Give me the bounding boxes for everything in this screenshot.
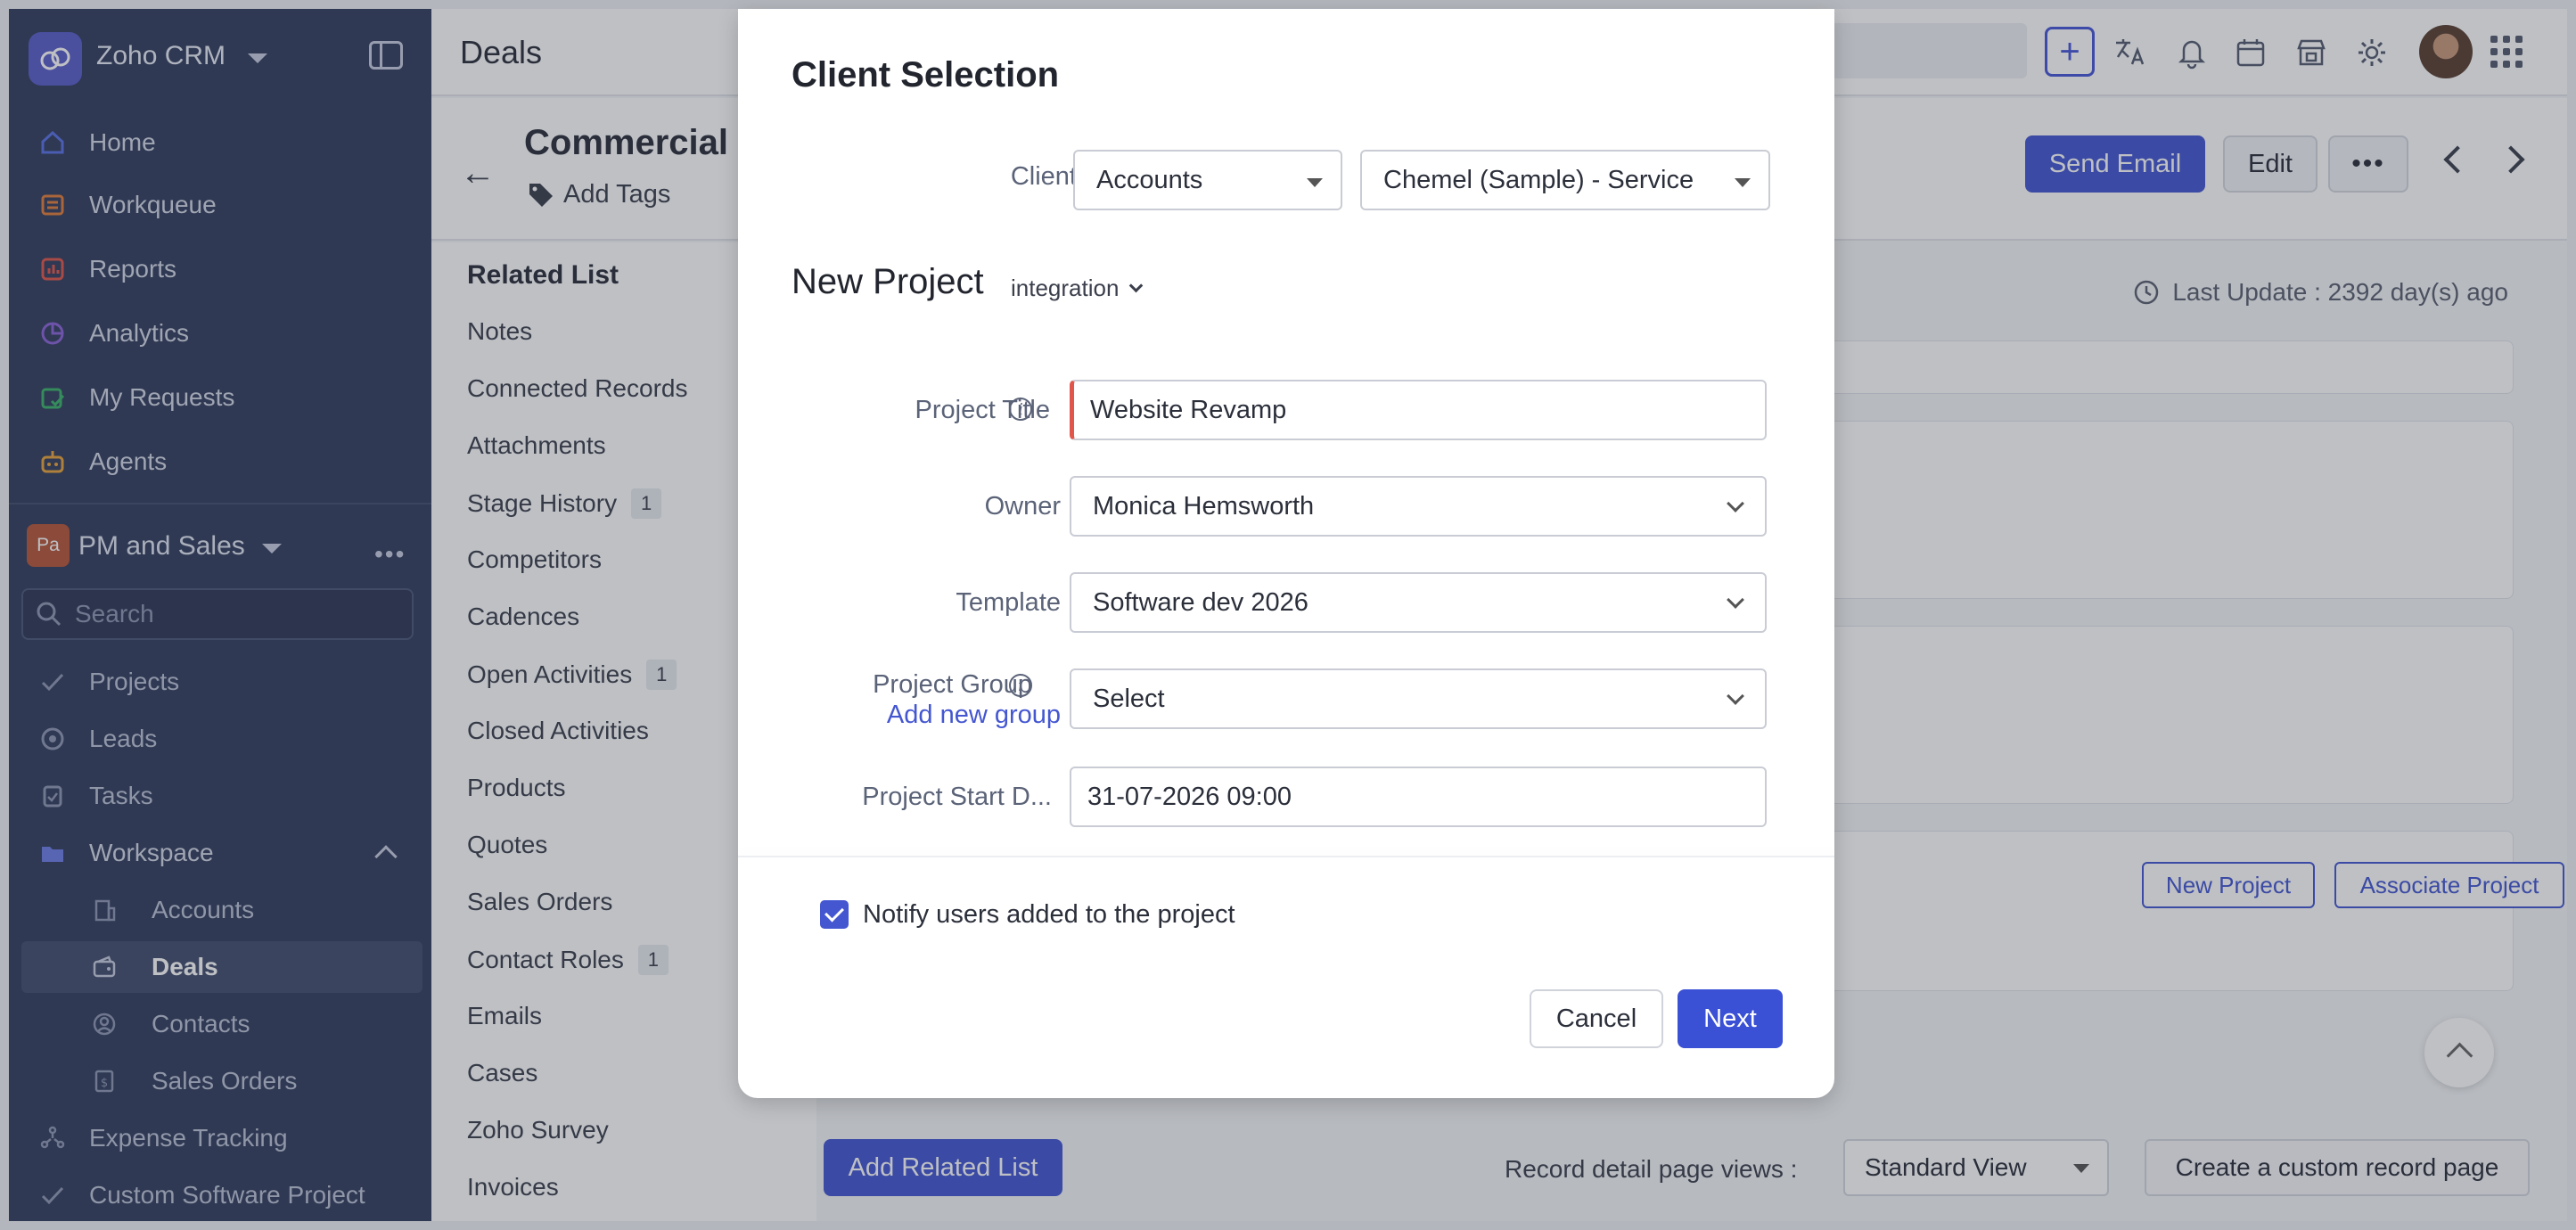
client-type-value: Accounts — [1096, 165, 1203, 194]
project-group-label: Project Group — [873, 670, 1032, 699]
client-label: Client — [1010, 162, 1077, 191]
info-icon[interactable]: i — [1009, 398, 1032, 421]
chevron-down-icon — [1727, 495, 1744, 512]
owner-select[interactable]: Monica Hemsworth — [1070, 476, 1767, 537]
owner-label: Owner — [984, 492, 1061, 521]
project-start-date-input[interactable] — [1070, 767, 1767, 827]
template-select[interactable]: Software dev 2026 — [1070, 572, 1767, 633]
chevron-down-icon — [1129, 278, 1144, 293]
project-group-select[interactable]: Select — [1070, 668, 1767, 729]
chevron-down-icon — [1727, 687, 1744, 705]
modal-divider — [738, 856, 1834, 857]
template-value: Software dev 2026 — [1093, 587, 1309, 617]
chevron-down-icon — [1727, 591, 1744, 609]
client-type-select[interactable]: Accounts — [1073, 150, 1342, 210]
integration-dropdown[interactable]: integration — [1011, 275, 1144, 302]
notify-users-label[interactable]: Notify users added to the project — [863, 900, 1235, 930]
project-title-input[interactable] — [1070, 380, 1767, 440]
client-selection-modal: Client Selection Client Accounts Chemel … — [738, 9, 1834, 1098]
caret-down-icon — [1307, 178, 1323, 187]
new-project-title: New Project — [792, 262, 984, 301]
template-label: Template — [956, 588, 1061, 617]
cancel-button[interactable]: Cancel — [1530, 989, 1663, 1048]
client-account-value: Chemel (Sample) - Service — [1383, 165, 1694, 194]
notify-users-checkbox[interactable] — [820, 900, 849, 929]
project-group-value: Select — [1093, 684, 1165, 713]
project-start-date-label: Project Start D... — [862, 783, 1052, 811]
caret-down-icon — [1735, 178, 1751, 187]
modal-title: Client Selection — [792, 55, 1060, 94]
add-new-group-link[interactable]: Add new group — [857, 701, 1061, 730]
integration-label: integration — [1011, 275, 1120, 301]
next-button[interactable]: Next — [1678, 989, 1783, 1048]
info-icon[interactable]: i — [1009, 674, 1032, 697]
owner-value: Monica Hemsworth — [1093, 491, 1315, 521]
client-account-select[interactable]: Chemel (Sample) - Service — [1360, 150, 1770, 210]
